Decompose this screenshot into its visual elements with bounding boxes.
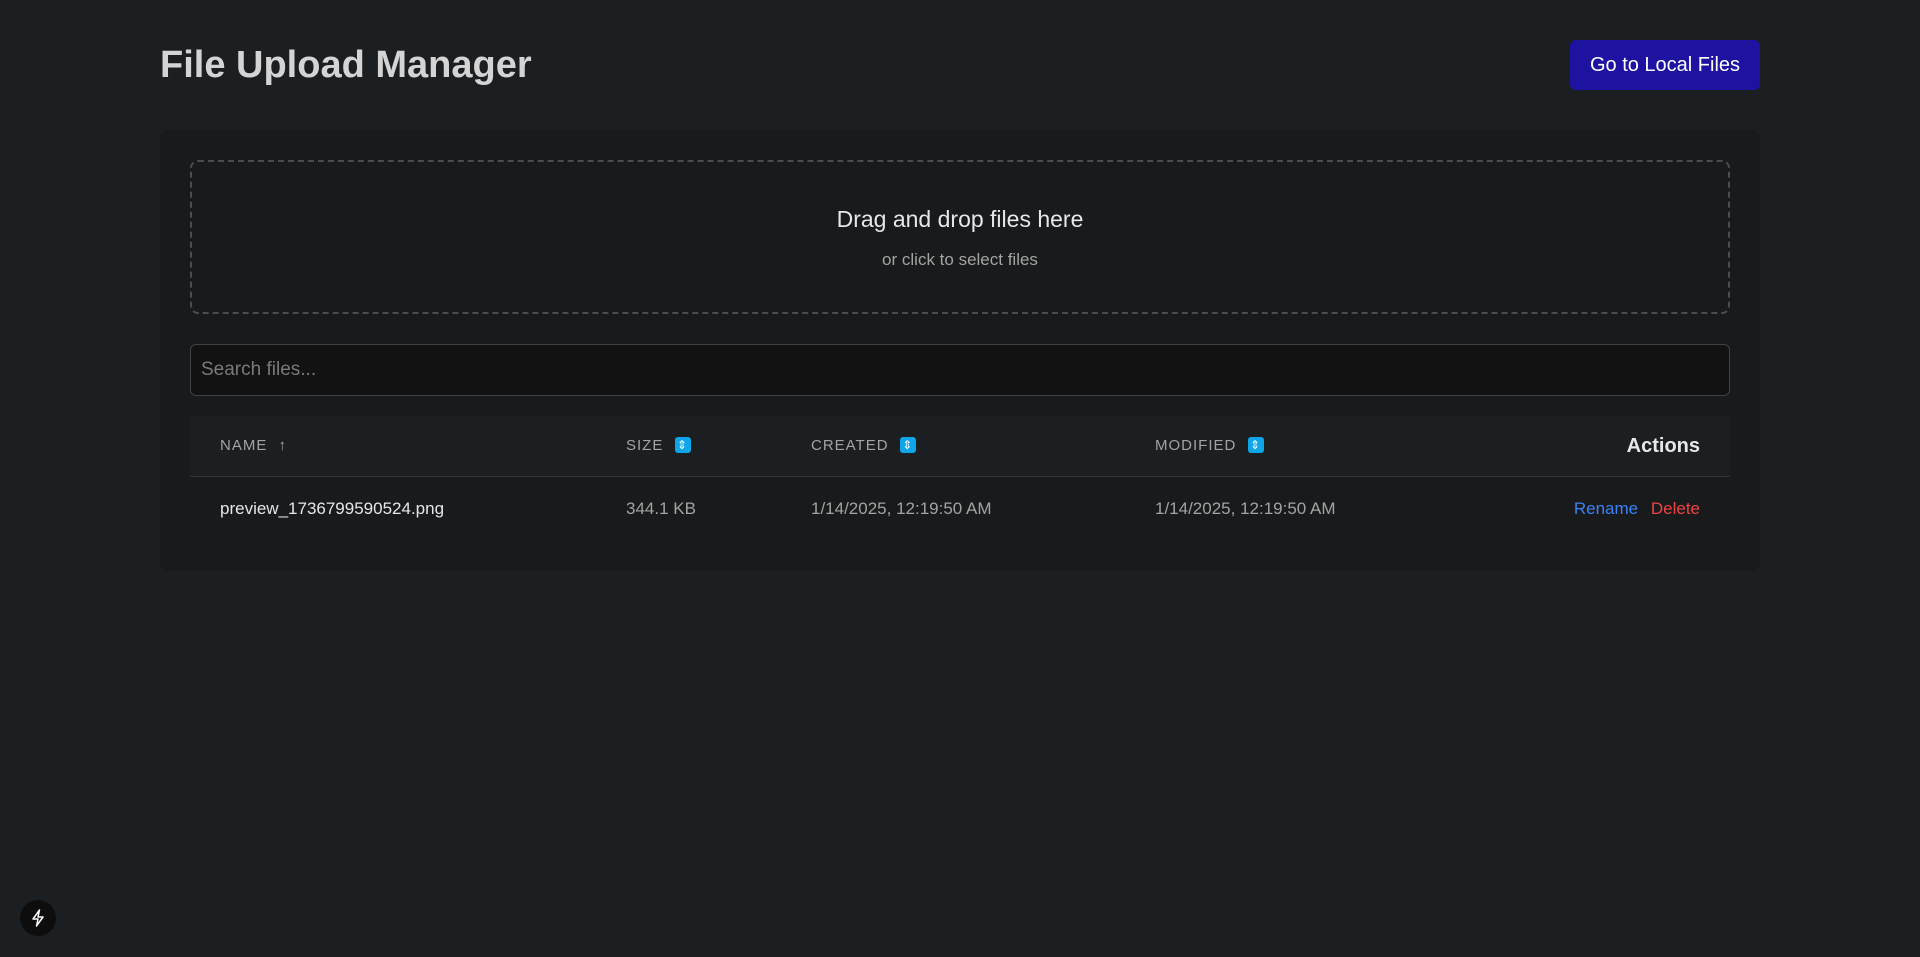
page: File Upload Manager Go to Local Files Dr… (160, 0, 1760, 571)
column-header-modified[interactable]: MODIFIED ⇕ (1155, 416, 1264, 476)
column-header-modified-label: MODIFIED (1155, 437, 1237, 454)
column-header-size-label: SIZE (626, 437, 664, 454)
sort-toggle-icon: ⇕ (899, 436, 916, 453)
dropzone-sub-text: or click to select files (882, 250, 1038, 269)
rename-button[interactable]: Rename (1574, 499, 1638, 518)
column-header-name[interactable]: NAME ↑ (220, 416, 287, 476)
column-header-created[interactable]: CREATED ⇕ (811, 416, 916, 476)
column-header-created-label: CREATED (811, 437, 889, 454)
table-row: preview_1736799590524.png 344.1 KB 1/14/… (190, 477, 1730, 541)
delete-button[interactable]: Delete (1651, 499, 1700, 518)
file-size: 344.1 KB (626, 499, 696, 518)
sort-toggle-icon: ⇕ (1247, 436, 1264, 453)
page-title: File Upload Manager (160, 44, 532, 86)
table-header: NAME ↑ SIZE ⇕ CREATED ⇕ MODIFIED ⇕ Actio… (190, 416, 1730, 477)
lightning-icon (32, 909, 44, 927)
search-input[interactable] (190, 344, 1730, 396)
dev-tools-badge[interactable] (20, 900, 56, 936)
sort-ascending-icon: ↑ (278, 437, 288, 455)
column-header-name-label: NAME (220, 437, 268, 454)
file-modified: 1/14/2025, 12:19:50 AM (1155, 499, 1336, 518)
files-table: NAME ↑ SIZE ⇕ CREATED ⇕ MODIFIED ⇕ Actio… (190, 416, 1730, 541)
upload-panel: Drag and drop files here or click to sel… (160, 130, 1760, 571)
go-to-local-files-button[interactable]: Go to Local Files (1570, 40, 1760, 90)
file-created: 1/14/2025, 12:19:50 AM (811, 499, 992, 518)
dropzone-main-text: Drag and drop files here (836, 206, 1084, 232)
header: File Upload Manager Go to Local Files (160, 0, 1760, 130)
file-name: preview_1736799590524.png (220, 499, 445, 518)
column-header-size[interactable]: SIZE ⇕ (626, 416, 691, 476)
file-dropzone[interactable]: Drag and drop files here or click to sel… (190, 160, 1730, 314)
column-header-actions: Actions (1626, 435, 1700, 457)
row-actions: Rename Delete (1574, 477, 1700, 541)
sort-toggle-icon: ⇕ (674, 436, 691, 453)
